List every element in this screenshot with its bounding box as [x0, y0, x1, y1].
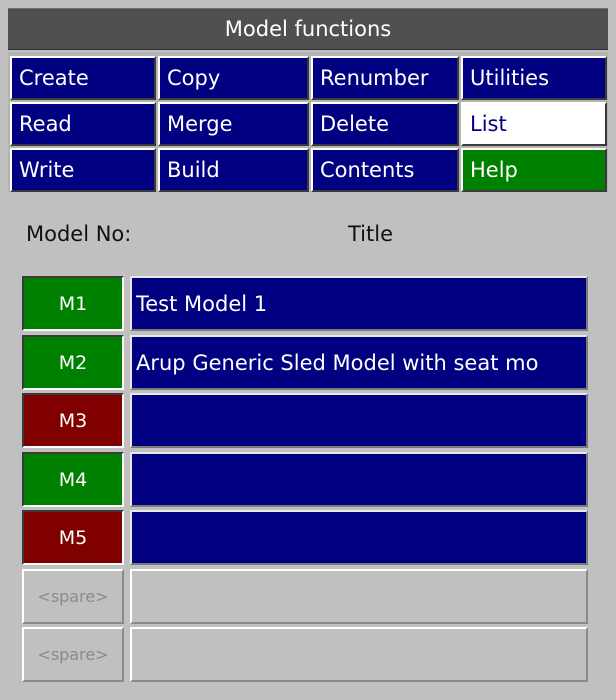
spare-slot-button[interactable]: <spare>	[22, 569, 124, 624]
model-title-field[interactable]	[130, 510, 588, 565]
model-id-button[interactable]: M2	[22, 335, 124, 390]
model-id-button[interactable]: M5	[22, 510, 124, 565]
help-button[interactable]: Help	[461, 148, 607, 192]
model-title-field[interactable]	[130, 393, 588, 448]
model-id-button[interactable]: M3	[22, 393, 124, 448]
spare-slot-title[interactable]	[130, 627, 588, 682]
model-functions-panel: Model functions Create Copy Renumber Uti…	[0, 0, 616, 700]
title-header: Title	[348, 222, 394, 246]
build-button[interactable]: Build	[158, 148, 309, 192]
model-no-header: Model No:	[26, 222, 132, 246]
model-id-button[interactable]: M4	[22, 452, 124, 507]
write-button[interactable]: Write	[10, 148, 156, 192]
panel-title: Model functions	[8, 8, 608, 50]
create-button[interactable]: Create	[10, 56, 156, 100]
model-id-button[interactable]: M1	[22, 276, 124, 331]
model-title-field[interactable]: Test Model 1	[130, 276, 588, 331]
list-button[interactable]: List	[461, 102, 607, 146]
spare-slot-title[interactable]	[130, 569, 588, 624]
model-title-field[interactable]	[130, 452, 588, 507]
spare-slot-button[interactable]: <spare>	[22, 627, 124, 682]
model-title-field[interactable]: Arup Generic Sled Model with seat mo	[130, 335, 588, 390]
function-menu: Create Copy Renumber Utilities Read Merg…	[8, 52, 608, 192]
renumber-button[interactable]: Renumber	[311, 56, 459, 100]
read-button[interactable]: Read	[10, 102, 156, 146]
utilities-button[interactable]: Utilities	[461, 56, 607, 100]
delete-button[interactable]: Delete	[311, 102, 459, 146]
merge-button[interactable]: Merge	[158, 102, 309, 146]
copy-button[interactable]: Copy	[158, 56, 309, 100]
contents-button[interactable]: Contents	[311, 148, 459, 192]
